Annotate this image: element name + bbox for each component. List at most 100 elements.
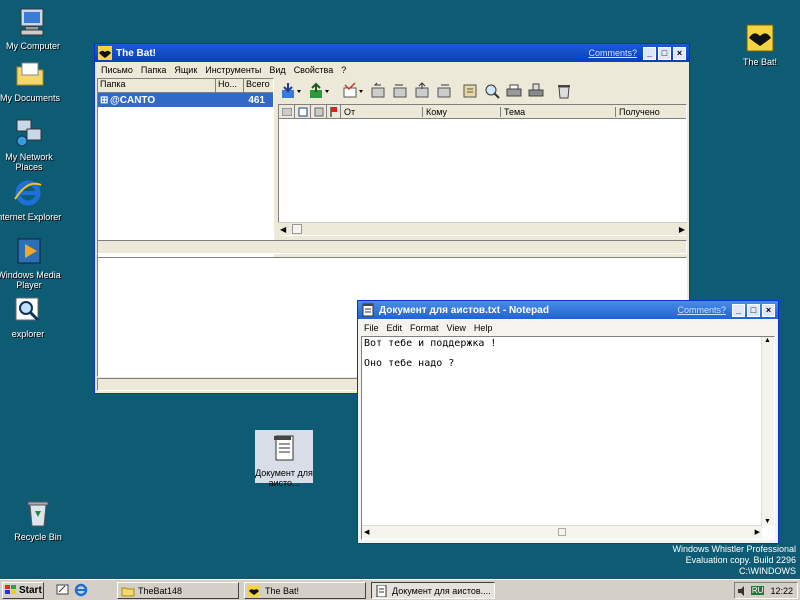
taskbar-item-thebat[interactable]: The Bat!	[244, 582, 366, 599]
folder-name: @CANTO	[110, 94, 156, 106]
scroll-left-icon[interactable]: ◀	[280, 225, 286, 234]
reply-all-icon[interactable]	[391, 82, 409, 100]
taskbar-item-notepad[interactable]: Документ для аистов....	[371, 582, 495, 599]
maximize-button[interactable]: □	[658, 46, 671, 60]
column-header-new[interactable]: Но...	[216, 79, 244, 92]
network-icon	[13, 117, 45, 149]
comments-link[interactable]: Comments?	[588, 48, 637, 58]
status-column-icon[interactable]	[311, 104, 327, 119]
watermark-line: Windows Whistler Professional	[672, 544, 796, 554]
desktop-icon-label: Документ для аисто...	[255, 468, 313, 488]
attachment-column-icon[interactable]	[279, 104, 295, 119]
folder-row[interactable]: ⊞ @CANTO 461	[98, 93, 273, 107]
menu-item-tools[interactable]: Инструменты	[201, 65, 265, 75]
menu-item-view[interactable]: Вид	[265, 65, 289, 75]
menu-item-view[interactable]: View	[443, 323, 470, 333]
send-mail-icon[interactable]	[307, 82, 331, 100]
minimize-button[interactable]: _	[643, 46, 656, 60]
close-button[interactable]: ×	[673, 46, 686, 60]
magnifier-icon	[12, 294, 44, 326]
notepad-window[interactable]: Документ для аистов.txt - Notepad Commen…	[357, 300, 779, 544]
desktop-icon-my-documents[interactable]: My Documents	[0, 58, 68, 103]
scroll-left-icon[interactable]: ◀	[364, 528, 369, 536]
print-preview-icon[interactable]	[527, 82, 545, 100]
maximize-button[interactable]: □	[747, 303, 760, 317]
clock[interactable]: 12:22	[770, 586, 793, 596]
notepad-hscrollbar[interactable]: ◀ ▶	[362, 525, 762, 538]
desktop-icon-recycle-bin[interactable]: Recycle Bin	[0, 497, 76, 542]
address-book-icon[interactable]	[461, 82, 479, 100]
menu-item-help[interactable]: ?	[337, 65, 350, 75]
notepad-vscrollbar[interactable]: ▲ ▼	[761, 337, 774, 525]
column-header-to[interactable]: Кому	[423, 106, 501, 117]
desktop-icon-label: The Bat!	[742, 57, 778, 67]
window-title: Документ для аистов.txt - Notepad	[379, 304, 549, 316]
menu-item-mailbox[interactable]: Ящик	[170, 65, 201, 75]
scroll-right-icon[interactable]: ▶	[679, 225, 685, 234]
column-header-from[interactable]: От	[341, 106, 423, 117]
language-indicator[interactable]: RU	[750, 586, 765, 595]
taskbar: Start TheBat148 The Bat! Документ для аи…	[0, 579, 800, 600]
flag-column-icon[interactable]	[327, 104, 341, 119]
notepad-titlebar[interactable]: Документ для аистов.txt - Notepad Commen…	[358, 301, 778, 319]
notepad-file-icon	[268, 433, 300, 465]
taskbar-item-label: Документ для аистов....	[392, 585, 491, 596]
desktop-icon-windows-media-player[interactable]: Windows Media Player	[0, 235, 67, 290]
new-message-icon[interactable]	[341, 82, 365, 100]
forward-icon[interactable]	[413, 82, 431, 100]
expand-icon[interactable]: ⊞	[98, 95, 110, 106]
find-icon[interactable]	[483, 82, 501, 100]
scroll-up-icon[interactable]: ▲	[764, 337, 771, 344]
menu-item-properties[interactable]: Свойства	[290, 65, 338, 75]
message-list-hscrollbar[interactable]: ◀ ▶	[278, 222, 687, 235]
minimize-button[interactable]: _	[732, 303, 745, 317]
menu-item-format[interactable]: Format	[406, 323, 443, 333]
desktop-icon-document[interactable]: Документ для аисто...	[255, 430, 313, 488]
column-header-subject[interactable]: Тема	[501, 106, 616, 117]
quick-launch-desktop-icon[interactable]	[56, 583, 70, 597]
menu-item-letter[interactable]: Письмо	[97, 65, 137, 75]
column-header-folder[interactable]: Папка	[98, 79, 216, 92]
scroll-right-icon[interactable]: ▶	[755, 528, 760, 536]
get-mail-icon[interactable]	[279, 82, 303, 100]
desktop-icon-the-bat[interactable]: The Bat!	[722, 22, 798, 67]
desktop-icon-label: Recycle Bin	[14, 532, 62, 542]
menu-item-file[interactable]: File	[360, 323, 383, 333]
print-icon[interactable]	[505, 82, 523, 100]
desktop-icon-my-computer[interactable]: My Computer	[0, 6, 71, 51]
menu-item-edit[interactable]: Edit	[383, 323, 407, 333]
taskbar-item-label: The Bat!	[265, 585, 300, 596]
bat-icon	[744, 22, 776, 54]
reply-icon[interactable]	[369, 82, 387, 100]
folder-icon	[121, 585, 135, 597]
start-button[interactable]: Start	[2, 581, 44, 599]
menu-item-folder[interactable]: Папка	[137, 65, 171, 75]
scroll-thumb[interactable]	[292, 224, 302, 234]
thebat-titlebar[interactable]: The Bat! Comments? _ □ ×	[95, 44, 689, 62]
delete-icon[interactable]	[555, 82, 573, 100]
quick-launch-ie-icon[interactable]	[74, 583, 88, 597]
column-header-total[interactable]: Всего	[244, 79, 273, 92]
notepad-text-area[interactable]: Вот тебе и поддержка ! Оно тебе надо ?	[361, 336, 775, 540]
desktop-icon-my-network-places[interactable]: My Network Places	[0, 117, 67, 172]
message-list[interactable]: От Кому Тема Получено	[278, 104, 687, 236]
notepad-menubar: File Edit Format View Help	[358, 319, 778, 336]
scroll-thumb[interactable]	[558, 528, 566, 536]
system-tray: RU 12:22	[734, 582, 798, 599]
comments-link[interactable]: Comments?	[677, 305, 726, 315]
volume-icon[interactable]	[737, 585, 748, 596]
folder-count: 461	[248, 94, 265, 106]
close-button[interactable]: ×	[762, 303, 775, 317]
taskbar-item-thebat148[interactable]: TheBat148	[117, 582, 239, 599]
menu-item-help[interactable]: Help	[470, 323, 497, 333]
desktop-icon-internet-explorer[interactable]: Internet Explorer	[0, 177, 66, 222]
media-player-icon	[13, 235, 45, 267]
scroll-down-icon[interactable]: ▼	[764, 518, 771, 525]
column-header-received[interactable]: Получено	[616, 107, 686, 117]
start-label: Start	[19, 584, 42, 596]
priority-column-icon[interactable]	[295, 104, 311, 119]
thebat-toolbar	[279, 79, 687, 103]
notepad-icon	[375, 584, 389, 597]
desktop-icon-explorer[interactable]: explorer	[0, 294, 66, 339]
redirect-icon[interactable]	[435, 82, 453, 100]
